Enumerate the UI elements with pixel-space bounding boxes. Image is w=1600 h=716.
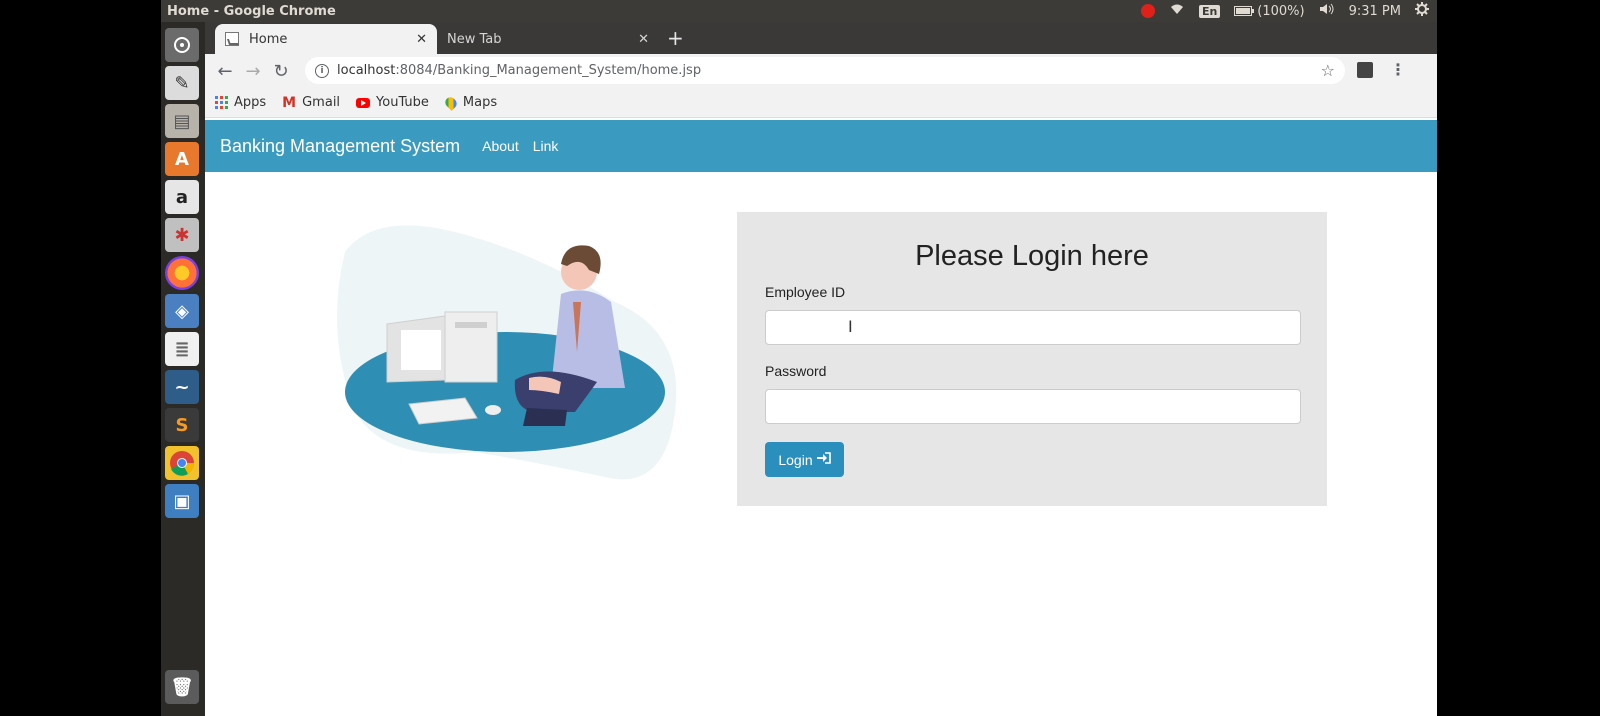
youtube-icon [356,97,371,108]
system-settings-icon[interactable]: ✱ [165,218,199,252]
nav-link-about[interactable]: About [482,138,519,154]
employee-id-field[interactable]: I [765,310,1301,345]
file-manager-icon[interactable]: ▤ [165,104,199,138]
password-label: Password [765,363,827,379]
tab-home[interactable]: Home ✕ [215,24,437,54]
apps-grid-icon [215,96,228,109]
close-tab-icon[interactable]: ✕ [638,32,649,47]
bookmark-apps[interactable]: Apps [215,95,266,110]
close-tab-icon[interactable]: ✕ [416,32,427,47]
login-button-label: Login [778,451,813,468]
record-icon[interactable] [1140,4,1155,18]
mysql-workbench-icon[interactable]: ~ [165,370,199,404]
system-indicators: En (100%) 9:31 PM [1140,2,1429,20]
volume-icon[interactable] [1319,3,1335,19]
desktop-screen: Home - Google Chrome En (100%) 9:31 PM ✎ [161,0,1437,716]
browser-menu-icon[interactable]: ⋮ [1390,60,1406,79]
tab-label: New Tab [447,31,502,47]
employee-id-label: Employee ID [765,284,846,300]
firefox-icon[interactable] [165,256,199,290]
gmail-icon: M [282,94,297,111]
bookmark-label: Apps [234,95,267,110]
nav-link-link[interactable]: Link [533,138,559,154]
remote-desktop-icon[interactable]: ▣ [165,484,199,518]
maps-icon [443,94,459,111]
battery-indicator[interactable]: (100%) [1234,3,1305,19]
trash-icon[interactable]: 🗑 [165,670,199,704]
url-path: :8084/Banking_Management_System/home.jsp [395,63,702,78]
sign-in-icon [816,452,831,467]
virtualbox-icon[interactable]: ◈ [165,294,199,328]
bookmark-youtube[interactable]: YouTube [356,95,429,110]
password-field[interactable] [765,389,1301,424]
bookmark-maps[interactable]: Maps [443,94,498,111]
login-title: Please Login here [915,240,1149,272]
navbar-brand[interactable]: Banking Management System [220,136,460,157]
clock[interactable]: 9:31 PM [1349,4,1401,19]
bookmarks-bar: Apps M Gmail YouTube Maps [205,88,1437,118]
site-info-icon[interactable]: i [315,63,329,78]
browser-toolbar: ← → ↻ i localhost :8084/Banking_Manageme… [205,54,1437,88]
login-panel: Please Login here Employee ID I Password… [737,212,1327,506]
battery-icon [1234,6,1255,16]
tab-strip: Home ✕ New Tab ✕ + [205,22,1437,54]
wifi-icon[interactable] [1169,3,1185,19]
web-page: Banking Management System About Link Ple… [205,120,1437,716]
tab-label: Home [249,31,288,47]
chrome-icon[interactable] [165,446,199,480]
system-top-panel: Home - Google Chrome En (100%) 9:31 PM [161,0,1437,22]
person-at-computer-illustration [337,225,677,480]
forward-arrow-icon[interactable]: → [239,61,267,82]
amazon-icon[interactable]: a [165,180,199,214]
window-title: Home - Google Chrome [167,3,336,19]
keyboard-layout-indicator[interactable]: En [1198,4,1221,18]
app-launcher: ✎ ▤ A a ✱ ◈ ≣ ~ S ▣ 🗑 [161,22,205,716]
extension-icon[interactable] [1357,62,1373,78]
tab-new-tab[interactable]: New Tab ✕ [437,24,659,54]
url-host: localhost [337,63,396,78]
new-tab-button[interactable]: + [667,26,684,50]
login-button[interactable]: Login [765,442,844,477]
document-viewer-icon[interactable]: ≣ [165,332,199,366]
page-favicon-icon [225,32,239,46]
reload-icon[interactable]: ↻ [267,61,295,82]
ubuntu-dash-icon[interactable] [165,28,199,62]
battery-percent: (100%) [1257,3,1305,19]
site-navbar: Banking Management System About Link [205,120,1437,172]
settings-gear-icon[interactable] [1415,2,1429,20]
text-editor-icon[interactable]: ✎ [165,66,199,100]
software-center-icon[interactable]: A [165,142,199,176]
text-cursor-icon: I [848,317,853,336]
bookmark-star-icon[interactable]: ☆ [1321,61,1335,80]
sublime-text-icon[interactable]: S [165,408,199,442]
address-bar[interactable]: i localhost :8084/Banking_Management_Sys… [305,57,1345,84]
bookmark-label: YouTube [376,95,429,110]
bookmark-label: Maps [462,95,498,110]
bookmark-label: Gmail [302,95,341,110]
back-arrow-icon[interactable]: ← [211,61,239,82]
bookmark-gmail[interactable]: M Gmail [282,95,340,111]
